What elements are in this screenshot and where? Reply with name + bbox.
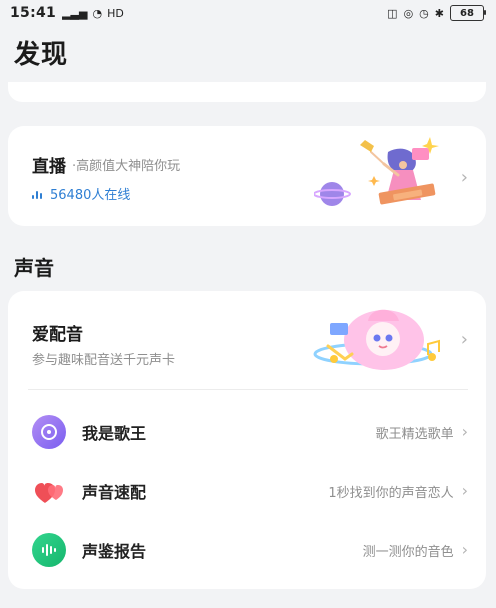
page-title: 发现: [14, 40, 69, 70]
voice-card: 爱配音 参与趣味配音送千元声卡 › 我是歌王 歌王精选歌单 › 声音速配 1秒找…: [8, 291, 486, 589]
status-icons-left: ▂▃▅ ◔ HD: [62, 8, 124, 19]
status-bar: 15:41 ▂▃▅ ◔ HD ◫ ◎ ◷ ✱ 68: [0, 0, 496, 26]
top-card: [8, 82, 486, 102]
list-item-desc: 歌王精选歌单 ›: [376, 423, 468, 442]
alarm-icon: ◷: [419, 6, 429, 20]
live-card[interactable]: 直播 ·高颜值大神陪你玩 56480人在线 ›: [8, 126, 486, 226]
record-icon: ◎: [403, 6, 414, 20]
status-left: 15:41 ▂▃▅ ◔ HD: [0, 5, 124, 21]
audio-wave-icon: [32, 189, 42, 199]
online-count: 56480人在线: [32, 184, 130, 203]
list-item-desc-text: 歌王精选歌单: [375, 426, 454, 442]
wifi-icon: ◔: [92, 6, 103, 20]
live-chevron-icon: ›: [460, 167, 468, 188]
status-right: ◫ ◎ ◷ ✱ 68: [387, 5, 496, 21]
bluetooth-icon: ✱: [434, 6, 444, 20]
list-item-label: 声鉴报告: [82, 542, 147, 561]
list-item-label: 声音速配: [82, 483, 147, 502]
list-item-desc: 测一测你的音色 ›: [363, 541, 468, 560]
list-chevron-icon: ›: [461, 481, 468, 500]
status-time: 15:41: [10, 5, 57, 21]
list-item-voice-match[interactable]: 声音速配 1秒找到你的声音恋人 ›: [32, 474, 468, 508]
live-subtitle: ·高颜值大神陪你玩: [72, 159, 181, 174]
hd-icon: HD: [107, 6, 124, 20]
section-divider: [28, 389, 468, 390]
list-item-song-king[interactable]: 我是歌王 歌王精选歌单 ›: [32, 415, 468, 449]
disc-icon: [32, 415, 66, 449]
dubbing-subtitle: 参与趣味配音送千元声卡: [32, 353, 176, 368]
heart-icon: [32, 474, 66, 508]
section-title-voice: 声音: [14, 256, 54, 280]
list-item-voice-report[interactable]: 声鉴报告 测一测你的音色 ›: [32, 533, 468, 567]
list-item-desc-text: 测一测你的音色: [362, 544, 454, 560]
list-item-desc-text: 1秒找到你的声音恋人: [328, 485, 454, 501]
online-count-text: 56480人在线: [50, 188, 131, 203]
battery-indicator: 68: [450, 5, 486, 21]
sound-wave-icon: [32, 533, 66, 567]
list-chevron-icon: ›: [461, 422, 468, 441]
dubbing-title: 爱配音: [32, 325, 83, 345]
list-chevron-icon: ›: [461, 540, 468, 559]
list-item-label: 我是歌王: [82, 424, 147, 443]
signal-icon: ▂▃▅: [62, 6, 88, 20]
live-title: 直播: [32, 157, 66, 177]
list-item-desc: 1秒找到你的声音恋人 ›: [328, 482, 468, 501]
dubbing-chevron-icon: ›: [460, 329, 468, 350]
dubbing-illustration: [313, 309, 440, 370]
mute-icon: ◫: [387, 6, 398, 20]
live-illustration: [314, 137, 439, 206]
